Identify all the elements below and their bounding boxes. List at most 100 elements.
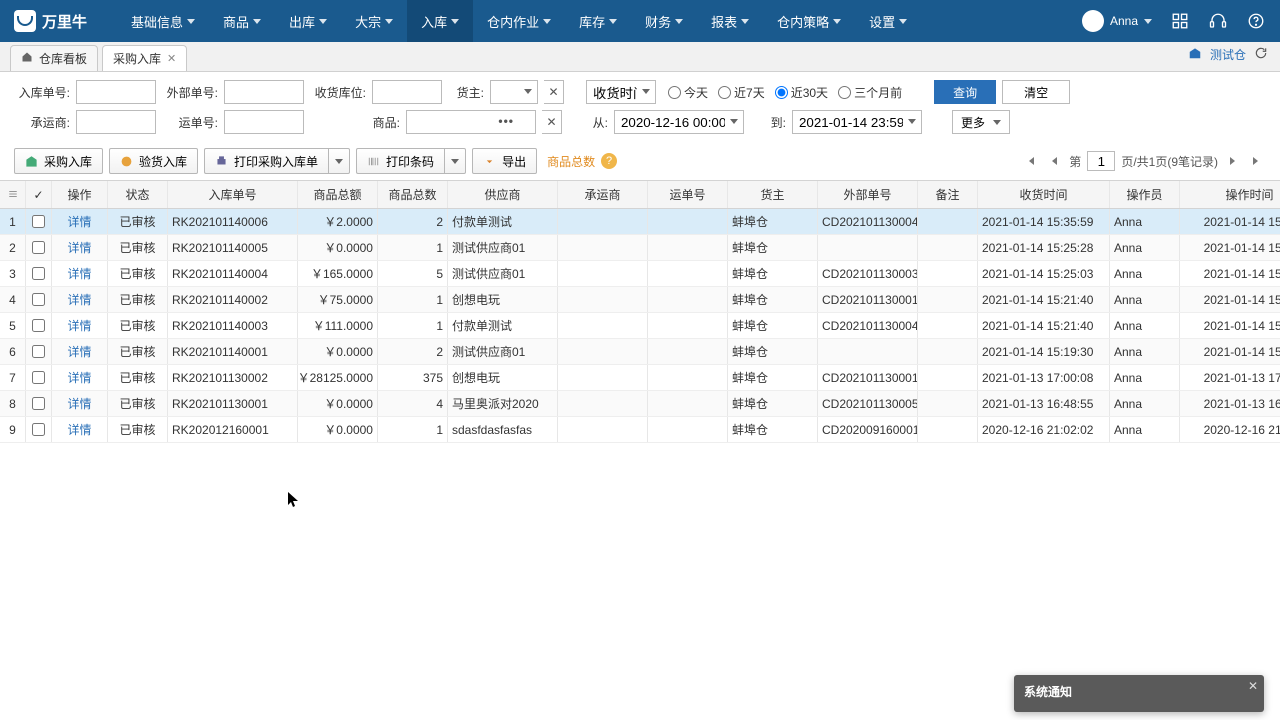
column-header[interactable]: 操作: [52, 181, 108, 208]
tab[interactable]: 采购入库✕: [102, 45, 187, 71]
row-checkbox[interactable]: [32, 241, 45, 254]
detail-link[interactable]: 详情: [67, 291, 91, 308]
print-in-dropdown[interactable]: [328, 148, 350, 174]
column-header[interactable]: ✓: [26, 181, 52, 208]
table-row[interactable]: 3详情已审核RK202101140004￥165.00005测试供应商01蚌埠仓…: [0, 261, 1280, 287]
search-button[interactable]: 查询: [934, 80, 996, 104]
row-checkbox[interactable]: [32, 397, 45, 410]
close-icon[interactable]: ✕: [1248, 679, 1258, 693]
nav-item[interactable]: 设置: [855, 0, 921, 42]
from-date-input[interactable]: [614, 110, 744, 134]
print-barcode-button[interactable]: 打印条码: [356, 148, 444, 174]
ext-no-input[interactable]: [224, 80, 304, 104]
column-header[interactable]: [0, 181, 26, 208]
column-header[interactable]: 货主: [728, 181, 818, 208]
chevron-down-icon[interactable]: [524, 89, 532, 94]
help-icon[interactable]: [1246, 11, 1266, 31]
menu-icon[interactable]: [8, 188, 18, 202]
page-first-button[interactable]: [1021, 152, 1039, 170]
to-date-input[interactable]: [792, 110, 922, 134]
nav-item[interactable]: 库存: [565, 0, 631, 42]
nav-item[interactable]: 出库: [275, 0, 341, 42]
column-header[interactable]: 操作时间: [1180, 181, 1280, 208]
page-prev-button[interactable]: [1045, 152, 1063, 170]
page-last-button[interactable]: [1248, 152, 1266, 170]
export-button[interactable]: 导出: [472, 148, 537, 174]
column-header[interactable]: 商品总数: [378, 181, 448, 208]
nav-item[interactable]: 仓内策略: [763, 0, 855, 42]
row-checkbox[interactable]: [32, 423, 45, 436]
column-header[interactable]: 入库单号: [168, 181, 298, 208]
nav-item[interactable]: 大宗: [341, 0, 407, 42]
column-header[interactable]: 外部单号: [818, 181, 918, 208]
in-no-input[interactable]: [76, 80, 156, 104]
table-row[interactable]: 6详情已审核RK202101140001￥0.00002测试供应商01蚌埠仓20…: [0, 339, 1280, 365]
purchase-in-button[interactable]: 采购入库: [14, 148, 103, 174]
page-next-button[interactable]: [1224, 152, 1242, 170]
row-checkbox[interactable]: [32, 293, 45, 306]
headset-icon[interactable]: [1208, 11, 1228, 31]
carrier-input[interactable]: [76, 110, 156, 134]
row-checkbox[interactable]: [32, 215, 45, 228]
table-row[interactable]: 5详情已审核RK202101140003￥111.00001付款单测试蚌埠仓CD…: [0, 313, 1280, 339]
nav-item[interactable]: 财务: [631, 0, 697, 42]
tab[interactable]: 仓库看板: [10, 45, 98, 71]
table-row[interactable]: 1详情已审核RK202101140006￥2.00002付款单测试蚌埠仓CD20…: [0, 209, 1280, 235]
row-checkbox[interactable]: [32, 371, 45, 384]
detail-link[interactable]: 详情: [67, 421, 91, 438]
table-row[interactable]: 7详情已审核RK202101130002￥28125.0000375创想电玩蚌埠…: [0, 365, 1280, 391]
detail-link[interactable]: 详情: [67, 369, 91, 386]
ellipsis-icon[interactable]: •••: [498, 114, 514, 128]
sku-clear-button[interactable]: ✕: [542, 110, 562, 134]
time-radio[interactable]: 近30天: [775, 84, 828, 101]
loc-input[interactable]: [372, 80, 442, 104]
page-input[interactable]: [1087, 151, 1115, 171]
column-header[interactable]: 收货时间: [978, 181, 1110, 208]
row-checkbox[interactable]: [32, 345, 45, 358]
print-in-button[interactable]: 打印采购入库单: [204, 148, 328, 174]
detail-link[interactable]: 详情: [67, 343, 91, 360]
sku-total-link[interactable]: 商品总数: [547, 153, 595, 170]
more-button[interactable]: 更多: [952, 110, 1010, 134]
chevron-down-icon[interactable]: [730, 119, 738, 124]
column-header[interactable]: 承运商: [558, 181, 648, 208]
chevron-down-icon[interactable]: [642, 89, 650, 94]
clear-button[interactable]: 清空: [1002, 80, 1070, 104]
time-radio[interactable]: 近7天: [718, 84, 765, 101]
chevron-down-icon[interactable]: [908, 119, 916, 124]
user-menu[interactable]: Anna: [1082, 10, 1152, 32]
table-row[interactable]: 2详情已审核RK202101140005￥0.00001测试供应商01蚌埠仓20…: [0, 235, 1280, 261]
column-header[interactable]: 备注: [918, 181, 978, 208]
detail-link[interactable]: 详情: [67, 317, 91, 334]
refresh-icon[interactable]: [1254, 46, 1268, 63]
grid-icon[interactable]: [1170, 11, 1190, 31]
inspect-in-button[interactable]: 验货入库: [109, 148, 198, 174]
column-header[interactable]: 状态: [108, 181, 168, 208]
nav-item[interactable]: 基础信息: [117, 0, 209, 42]
print-barcode-dropdown[interactable]: [444, 148, 466, 174]
table-row[interactable]: 4详情已审核RK202101140002￥75.00001创想电玩蚌埠仓CD20…: [0, 287, 1280, 313]
column-header[interactable]: 供应商: [448, 181, 558, 208]
nav-item[interactable]: 仓内作业: [473, 0, 565, 42]
column-header[interactable]: 运单号: [648, 181, 728, 208]
time-radio[interactable]: 今天: [668, 84, 708, 101]
row-checkbox[interactable]: [32, 319, 45, 332]
owner-clear-button[interactable]: ✕: [544, 80, 564, 104]
table-row[interactable]: 8详情已审核RK202101130001￥0.00004马里奥派对2020蚌埠仓…: [0, 391, 1280, 417]
warehouse-badge[interactable]: 测试仓: [1210, 46, 1246, 63]
row-checkbox[interactable]: [32, 267, 45, 280]
nav-item[interactable]: 商品: [209, 0, 275, 42]
nav-item[interactable]: 报表: [697, 0, 763, 42]
close-icon[interactable]: ✕: [167, 52, 176, 65]
detail-link[interactable]: 详情: [67, 395, 91, 412]
nav-item[interactable]: 入库: [407, 0, 473, 42]
detail-link[interactable]: 详情: [67, 265, 91, 282]
detail-link[interactable]: 详情: [67, 239, 91, 256]
table-row[interactable]: 9详情已审核RK202012160001￥0.00001sdasfdasfasf…: [0, 417, 1280, 443]
help-badge-icon[interactable]: ?: [601, 153, 617, 169]
column-header[interactable]: 操作员: [1110, 181, 1180, 208]
time-radio[interactable]: 三个月前: [838, 84, 902, 101]
column-header[interactable]: 商品总额: [298, 181, 378, 208]
detail-link[interactable]: 详情: [67, 213, 91, 230]
ship-no-input[interactable]: [224, 110, 304, 134]
